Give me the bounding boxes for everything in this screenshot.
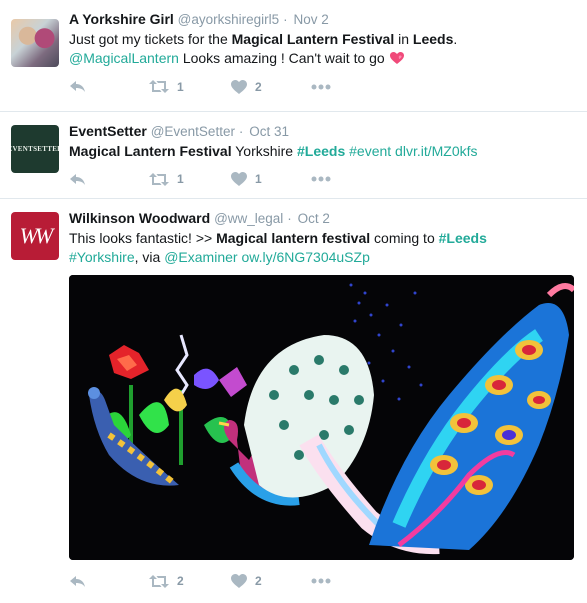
heart-icon <box>231 79 247 94</box>
user-handle[interactable]: @EventSetter <box>151 124 235 139</box>
timestamp[interactable]: Oct 2 <box>298 211 330 226</box>
avatar[interactable]: EVENTSETTER <box>11 125 59 173</box>
reply-button[interactable] <box>69 173 149 186</box>
mention-link[interactable]: @Examiner <box>164 249 237 265</box>
tweet-actions: 1 2 <box>69 68 577 105</box>
tweet-text: Magical Lantern Festival Yorkshire #Leed… <box>69 142 577 161</box>
timestamp[interactable]: Nov 2 <box>293 12 328 27</box>
like-count: 1 <box>255 172 262 186</box>
hashtag-link[interactable]: #Leeds <box>297 143 345 159</box>
separator: · <box>238 124 244 139</box>
more-button[interactable] <box>311 84 331 90</box>
hashtag-link[interactable]: #event <box>345 143 391 159</box>
retweet-button[interactable]: 1 <box>149 172 231 186</box>
text-span: . <box>453 31 458 47</box>
text-span: , via <box>134 249 165 265</box>
retweet-count: 1 <box>177 172 184 186</box>
more-button[interactable] <box>311 578 331 584</box>
heart-emoji <box>389 50 405 66</box>
heart-icon <box>231 172 247 186</box>
tweet-text: This looks fantastic! >> Magical lantern… <box>69 229 577 267</box>
more-button[interactable] <box>311 176 331 182</box>
user-name[interactable]: EventSetter <box>69 123 147 139</box>
user-handle[interactable]: @ayorkshiregirl5 <box>178 12 280 27</box>
url-link[interactable]: ow.ly/6NG7304uSZp <box>238 249 369 265</box>
avatar[interactable] <box>11 19 59 67</box>
bold-text: Magical lantern festival <box>216 230 371 246</box>
reply-button[interactable] <box>69 575 149 588</box>
retweet-icon <box>149 172 169 186</box>
reply-icon <box>70 81 85 92</box>
peacock-lanterns-photo[interactable] <box>69 275 574 560</box>
text-span: Just got my tickets for the <box>69 31 232 47</box>
text-span: Yorkshire <box>231 143 297 159</box>
retweet-button[interactable]: 1 <box>149 80 231 94</box>
bold-text: Leeds <box>412 31 454 47</box>
avatar-logo-text: EVENTSETTER <box>11 145 59 153</box>
more-icon <box>311 176 331 182</box>
separator: · <box>287 211 292 226</box>
tweet[interactable]: A Yorkshire Girl @ayorkshiregirl5 · Nov … <box>0 0 587 112</box>
heart-icon <box>231 574 247 588</box>
more-icon <box>311 84 331 89</box>
user-name[interactable]: A Yorkshire Girl <box>69 11 174 27</box>
photo-illustration <box>69 275 574 560</box>
retweet-button[interactable]: 2 <box>149 574 231 588</box>
timestamp[interactable]: Oct 31 <box>249 124 289 139</box>
mention-link[interactable]: @MagicalLantern <box>69 50 179 66</box>
bold-text: Magical Lantern Festival <box>69 143 232 159</box>
text-span: Looks amazing ! Can't wait to go <box>178 50 389 66</box>
hashtag-link[interactable]: #Leeds <box>439 230 487 246</box>
tweet[interactable]: WW Wilkinson Woodward @ww_legal · Oct 2 … <box>0 199 587 603</box>
tweet-actions: 1 1 <box>69 161 577 197</box>
avatar-logo-text: WW <box>19 223 54 248</box>
more-icon <box>311 578 331 584</box>
text-span: This looks fantastic! >> <box>69 230 217 246</box>
tweet-header: Wilkinson Woodward @ww_legal · Oct 2 <box>69 209 577 228</box>
user-name[interactable]: Wilkinson Woodward <box>69 210 210 226</box>
retweet-count: 2 <box>177 574 184 588</box>
reply-icon <box>70 173 85 185</box>
retweet-count: 1 <box>177 79 184 94</box>
retweet-icon <box>149 574 169 588</box>
tweet-text: Just got my tickets for the Magical Lant… <box>69 30 577 68</box>
reply-button[interactable] <box>69 80 149 93</box>
tweet[interactable]: EVENTSETTER EventSetter @EventSetter · O… <box>0 112 587 199</box>
tweet-header: EventSetter @EventSetter · Oct 31 <box>69 122 577 141</box>
like-button[interactable]: 2 <box>231 574 311 588</box>
like-count: 2 <box>255 79 262 94</box>
text-span: coming to <box>370 230 439 246</box>
avatar[interactable]: WW <box>11 212 59 260</box>
like-count: 2 <box>255 574 262 588</box>
separator: · <box>283 12 288 27</box>
like-button[interactable]: 1 <box>231 172 311 186</box>
user-handle[interactable]: @ww_legal <box>214 211 283 226</box>
hashtag-link[interactable]: #Yorkshire <box>69 249 135 265</box>
url-link[interactable]: dlvr.it/MZ0kfs <box>391 143 477 159</box>
tweet-actions: 2 2 <box>69 560 577 602</box>
timeline: A Yorkshire Girl @ayorkshiregirl5 · Nov … <box>0 0 587 603</box>
like-button[interactable]: 2 <box>231 79 311 94</box>
retweet-icon <box>149 80 169 93</box>
bold-text: Magical Lantern Festival <box>231 31 395 47</box>
reply-icon <box>70 575 85 587</box>
tweet-header: A Yorkshire Girl @ayorkshiregirl5 · Nov … <box>69 10 577 29</box>
text-span: in <box>394 31 413 47</box>
